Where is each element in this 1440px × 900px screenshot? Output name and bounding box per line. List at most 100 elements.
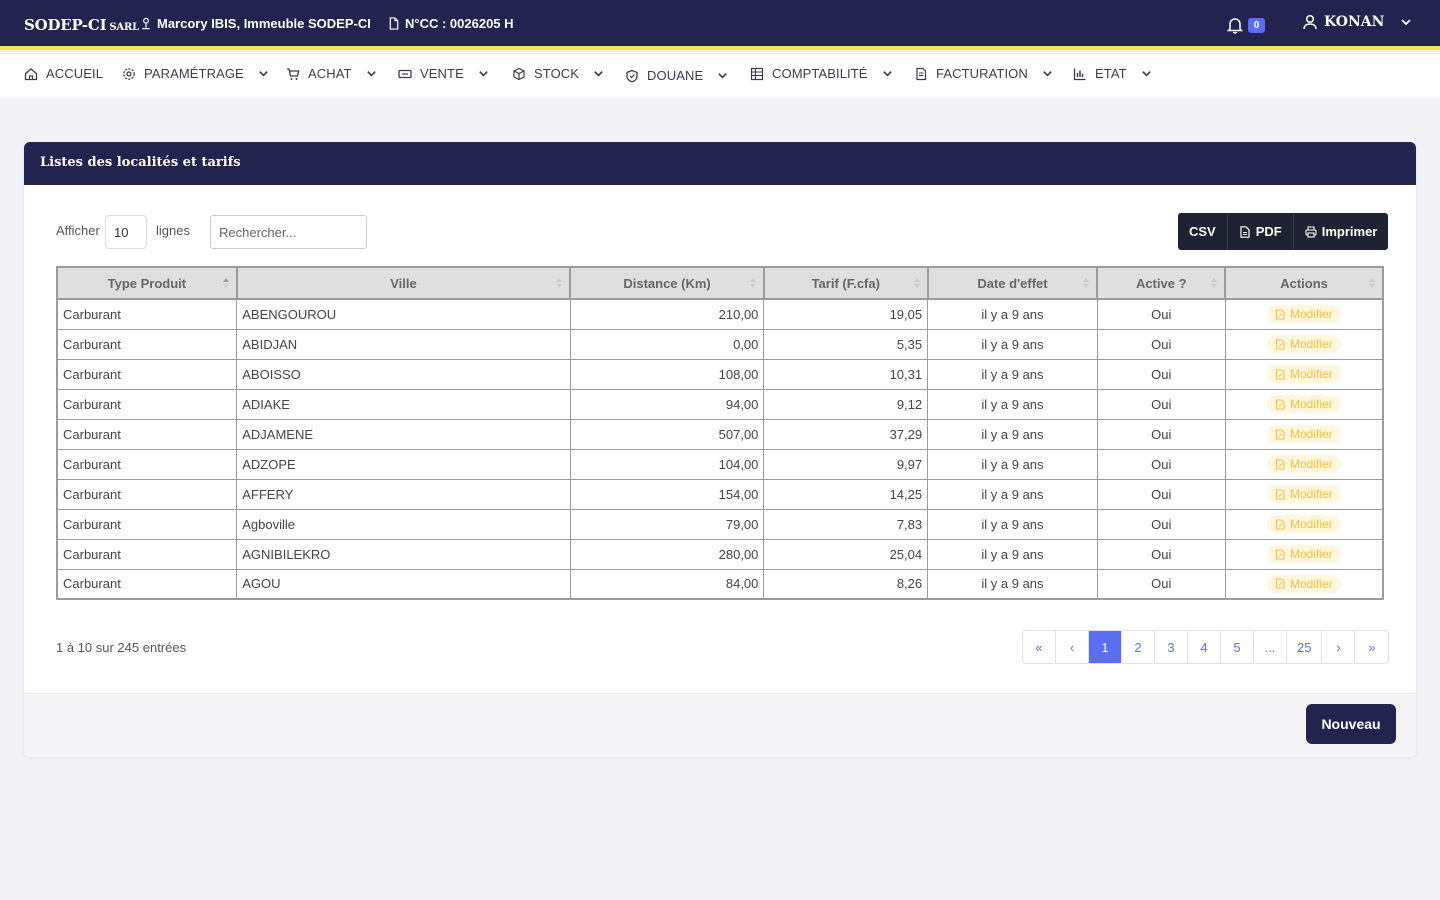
page-button[interactable]: »: [1355, 631, 1388, 663]
column-header[interactable]: Active ?: [1096, 266, 1227, 300]
page-button[interactable]: 1: [1089, 631, 1122, 663]
page-button[interactable]: 3: [1155, 631, 1188, 663]
user-name: KONAN: [1324, 14, 1385, 30]
brand-logo[interactable]: SODEP-CI SARL: [24, 16, 139, 34]
new-button[interactable]: Nouveau: [1306, 704, 1396, 744]
page-button[interactable]: ›: [1322, 631, 1356, 663]
company-address: Marcory IBIS, Immeuble SODEP-CI: [140, 16, 371, 31]
table-row: Carburant AGOU 84,00 8,26 il y a 9 ans Oui Mod…: [56, 568, 1384, 600]
sort-asc-icon: [222, 278, 229, 288]
nav-label: FACTURATION: [936, 66, 1028, 81]
address-text: Marcory IBIS, Immeuble SODEP-CI: [157, 16, 371, 31]
pdf-button[interactable]: PDF: [1228, 213, 1294, 250]
tariff-cell: 10,31: [763, 358, 929, 390]
column-header-label: Type Produit: [107, 275, 187, 291]
csv-button[interactable]: CSV: [1178, 213, 1228, 250]
page-button[interactable]: «: [1023, 631, 1056, 663]
brand-name: SODEP-CI: [24, 16, 107, 34]
actions-cell: Modifier: [1224, 358, 1384, 390]
notification-badge: 0: [1248, 18, 1265, 33]
sort-icon: [749, 278, 756, 288]
column-header[interactable]: Type Produit: [56, 266, 238, 300]
cart-icon: [287, 67, 300, 80]
nav-item-parametrage[interactable]: PARAMÉTRAGE: [122, 66, 269, 81]
page-button[interactable]: 25: [1287, 631, 1323, 663]
edit-icon: [1275, 458, 1285, 470]
nav-item-stock[interactable]: STOCK: [512, 66, 604, 81]
page-button[interactable]: ‹: [1056, 631, 1089, 663]
edit-button[interactable]: Modifier: [1266, 365, 1341, 383]
search-input[interactable]: [210, 215, 367, 249]
nav-item-douane[interactable]: DOUANE: [625, 68, 728, 83]
edit-label: Modifier: [1289, 547, 1333, 561]
date-cell: il y a 9 ans: [927, 388, 1098, 420]
column-header[interactable]: Distance (Km): [569, 266, 765, 300]
printer-icon: [1305, 225, 1317, 238]
file-pdf-icon: [1240, 225, 1250, 238]
bell-icon[interactable]: [1226, 16, 1244, 34]
city-cell: ADIAKE: [236, 388, 571, 420]
print-label: Imprimer: [1321, 224, 1378, 239]
edit-button[interactable]: Modifier: [1266, 395, 1341, 413]
column-header[interactable]: Tarif (F.cfa): [762, 266, 929, 300]
lines-label: lignes: [156, 223, 190, 238]
tariff-cell: 8,26: [763, 568, 929, 600]
edit-button[interactable]: Modifier: [1266, 425, 1341, 443]
distance-cell: 104,00: [569, 448, 765, 480]
type-cell: Carburant: [56, 478, 238, 510]
tariff-cell: 14,25: [763, 478, 929, 510]
edit-button[interactable]: Modifier: [1266, 485, 1341, 503]
invoice-icon: [916, 67, 927, 80]
print-button[interactable]: Imprimer: [1294, 213, 1389, 250]
city-cell: AFFERY: [236, 478, 571, 510]
page-button[interactable]: 2: [1122, 631, 1155, 663]
sort-icon: [1369, 278, 1375, 288]
column-header[interactable]: Actions: [1224, 266, 1384, 300]
nav-item-vente[interactable]: VENTE: [398, 66, 489, 81]
edit-label: Modifier: [1289, 367, 1333, 381]
user-menu[interactable]: KONAN: [1302, 14, 1412, 30]
column-header-label: Tarif (F.cfa): [811, 275, 880, 291]
chevron-down-icon: [259, 71, 268, 77]
nav-item-facturation[interactable]: FACTURATION: [914, 66, 1053, 81]
edit-button[interactable]: Modifier: [1266, 545, 1341, 563]
page-button[interactable]: ...: [1254, 631, 1287, 663]
nav-label: STOCK: [534, 66, 580, 81]
edit-button[interactable]: Modifier: [1266, 515, 1341, 533]
type-cell: Carburant: [56, 388, 238, 420]
column-header[interactable]: Date d'effet: [926, 266, 1099, 300]
table-info: 1 à 10 sur 245 entrées: [56, 640, 187, 655]
page-size-select[interactable]: 10: [105, 215, 147, 249]
nav-item-comptabilite[interactable]: COMPTABILITÉ: [750, 66, 893, 81]
actions-cell: Modifier: [1224, 448, 1384, 480]
nav-item-accueil[interactable]: ACCUEIL: [24, 66, 103, 81]
chevron-down-icon: [1401, 19, 1412, 26]
edit-label: Modifier: [1289, 487, 1333, 501]
document-icon: [389, 17, 399, 30]
edit-button[interactable]: Modifier: [1266, 305, 1341, 324]
gear-icon: [123, 67, 135, 80]
edit-button[interactable]: Modifier: [1266, 335, 1341, 353]
actions-cell: Modifier: [1224, 538, 1384, 570]
active-cell: Oui: [1096, 538, 1226, 570]
active-cell: Oui: [1096, 568, 1226, 600]
nav-item-etat[interactable]: ETAT: [1073, 66, 1152, 81]
nav-label: ACCUEIL: [46, 66, 104, 81]
type-cell: Carburant: [56, 448, 238, 480]
distance-cell: 94,00: [569, 388, 765, 420]
table-row: Carburant ADIAKE 94,00 9,12 il y a 9 ans Oui M…: [56, 388, 1384, 420]
city-cell: AGNIBILEKRO: [236, 538, 571, 570]
page-button[interactable]: 5: [1221, 631, 1254, 663]
page-button[interactable]: 4: [1188, 631, 1221, 663]
edit-button[interactable]: Modifier: [1266, 455, 1341, 473]
column-header[interactable]: Ville: [235, 266, 572, 300]
distance-cell: 0,00: [569, 328, 765, 360]
edit-button[interactable]: Modifier: [1266, 574, 1341, 593]
table-row: Carburant Agboville 79,00 7,83 il y a 9 ans O…: [56, 508, 1384, 540]
nav-item-achat[interactable]: ACHAT: [286, 66, 377, 81]
nav-label: COMPTABILITÉ: [772, 66, 868, 81]
city-cell: ABIDJAN: [236, 328, 571, 360]
card-footer: [24, 693, 1416, 757]
date-cell: il y a 9 ans: [927, 508, 1098, 540]
tariff-cell: 5,35: [763, 328, 929, 360]
